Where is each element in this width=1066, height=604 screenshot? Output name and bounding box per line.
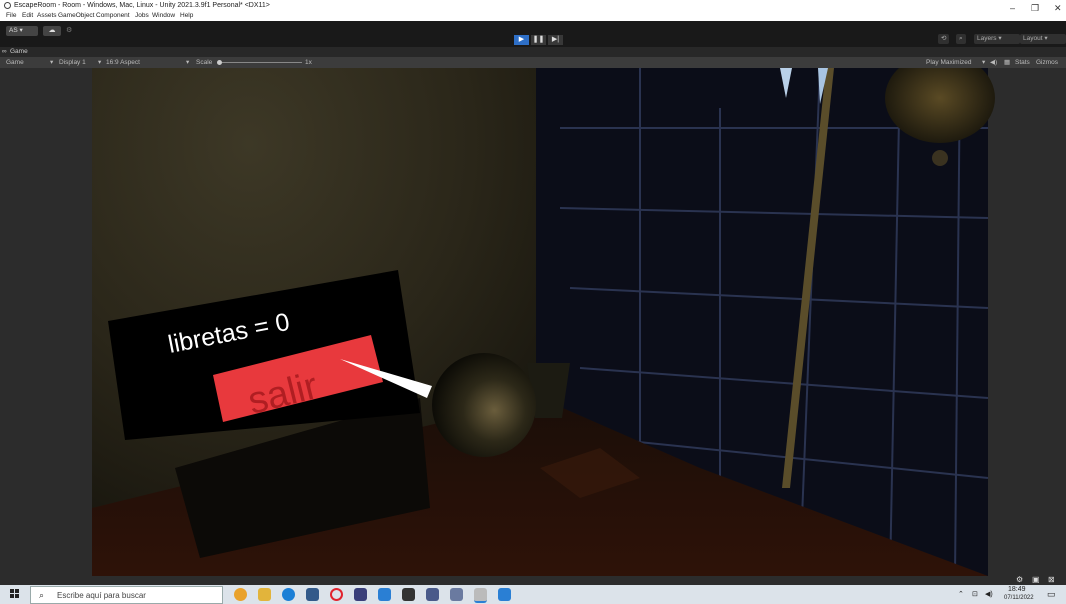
jetbrains-icon[interactable] [354, 588, 367, 601]
layout-label: Layout [1023, 35, 1043, 42]
volume-icon[interactable]: ◀) [985, 590, 993, 598]
tray-overlay-icons: ⚙ ▣ ⊠ [1014, 575, 1066, 585]
cloud-sync-icon: ⚙ [1016, 575, 1024, 584]
file-explorer-icon[interactable] [258, 588, 271, 601]
title-bar: EscapeRoom - Room - Windows, Mac, Linux … [0, 0, 1066, 11]
clock-date[interactable]: 07/11/2022 [1004, 595, 1034, 601]
action-center-icon[interactable]: ▭ [1047, 589, 1056, 600]
undo-history-icon[interactable]: ⟲ [938, 34, 950, 44]
windows-taskbar: ⌕ Escribe aquí para buscar ⌃ ⊡ ◀) 18:49 … [0, 585, 1066, 604]
chrome-icon[interactable] [234, 588, 247, 601]
scale-label: Scale [196, 59, 213, 66]
aspect-dropdown[interactable]: 16:9 Aspect [106, 57, 140, 68]
layout-dropdown[interactable]: Layout ▾ [1020, 34, 1066, 44]
scale-slider[interactable] [222, 62, 302, 63]
game-scene: libretas = 0 salir [0, 68, 1066, 576]
cloud-icon[interactable]: ☁ [43, 26, 61, 36]
notepad-icon[interactable] [498, 588, 511, 601]
sphere-object [432, 353, 536, 457]
game-view-bar: Game ▾ Display 1 ▾ 16:9 Aspect ▾ Scale 1… [0, 57, 1066, 68]
menu-component[interactable]: Component [96, 11, 130, 21]
left-letterbox [0, 68, 92, 576]
game-tab-label: Game [10, 48, 28, 55]
game-viewport[interactable]: libretas = 0 salir [0, 68, 1066, 576]
collab-settings-icon[interactable]: ⚙ [66, 26, 78, 36]
vscode-icon[interactable] [378, 588, 391, 601]
mute-audio-icon[interactable]: ◀) [990, 57, 997, 68]
notification-icon: ▣ [1032, 575, 1040, 584]
chevron-down-icon: ▾ [982, 59, 986, 66]
chevron-down-icon: ▾ [50, 59, 54, 66]
game-tab[interactable]: ∞ Game [0, 47, 1066, 57]
opera-icon[interactable] [330, 588, 343, 601]
search-placeholder: Escribe aquí para buscar [57, 591, 146, 600]
menu-jobs[interactable]: Jobs [135, 11, 149, 21]
search-icon[interactable]: ⌕ [956, 34, 966, 44]
menu-assets[interactable]: Assets [37, 11, 57, 21]
menu-help[interactable]: Help [180, 11, 193, 21]
tray-chevron-icon[interactable]: ⌃ [958, 590, 964, 598]
clock-time[interactable]: 18:49 [1008, 586, 1026, 593]
menu-gameobject[interactable]: GameObject [58, 11, 95, 21]
editor-bottom-strip [0, 576, 1066, 585]
play-maximized-dropdown[interactable]: Play Maximized [926, 57, 972, 68]
app-icon[interactable] [426, 588, 439, 601]
gizmos-button[interactable]: Gizmos [1036, 57, 1058, 68]
taskbar-search-input[interactable]: ⌕ Escribe aquí para buscar [30, 586, 223, 604]
game-controller-icon: ∞ [2, 48, 7, 55]
search-icon: ⌕ [39, 590, 45, 600]
stats-button[interactable]: Stats [1015, 57, 1030, 68]
scale-value: 1x [305, 59, 312, 66]
play-button[interactable]: ▶ [514, 35, 529, 45]
store-icon[interactable] [306, 588, 319, 601]
game-mode-dropdown[interactable]: Game [6, 57, 24, 68]
window-title: EscapeRoom - Room - Windows, Mac, Linux … [14, 2, 270, 9]
stats-icon: ▦ [1004, 59, 1011, 66]
menu-file[interactable]: File [6, 11, 16, 21]
network-icon[interactable]: ⊡ [972, 590, 978, 598]
unity-logo-icon [4, 2, 11, 9]
menu-bar: File Edit Assets GameObject Component Jo… [0, 11, 1066, 21]
lamp-bulb [932, 150, 948, 166]
menu-window[interactable]: Window [152, 11, 175, 21]
display-dropdown[interactable]: Display 1 [59, 57, 86, 68]
pause-button[interactable]: ❚❚ [531, 35, 546, 45]
layers-dropdown[interactable]: Layers ▾ [974, 34, 1020, 44]
unity-editor-icon[interactable] [474, 588, 487, 603]
unity-hub-icon[interactable] [402, 588, 415, 601]
windows-start-icon[interactable] [10, 589, 20, 599]
account-dropdown[interactable]: AS ▾ [6, 26, 38, 36]
app-icon[interactable] [450, 588, 463, 601]
layers-label: Layers [977, 35, 997, 42]
step-button[interactable]: ▶| [548, 35, 563, 45]
chevron-down-icon: ▾ [98, 59, 102, 66]
main-toolbar: AS ▾ ☁ ⚙ ▶ ❚❚ ▶| ⟲ ⌕ Layers ▾ Layout ▾ [0, 21, 1066, 47]
edge-icon[interactable] [282, 588, 295, 601]
menu-edit[interactable]: Edit [22, 11, 33, 21]
chevron-down-icon: ▾ [186, 59, 190, 66]
network-icon: ⊠ [1048, 575, 1055, 584]
right-letterbox [988, 68, 1066, 576]
